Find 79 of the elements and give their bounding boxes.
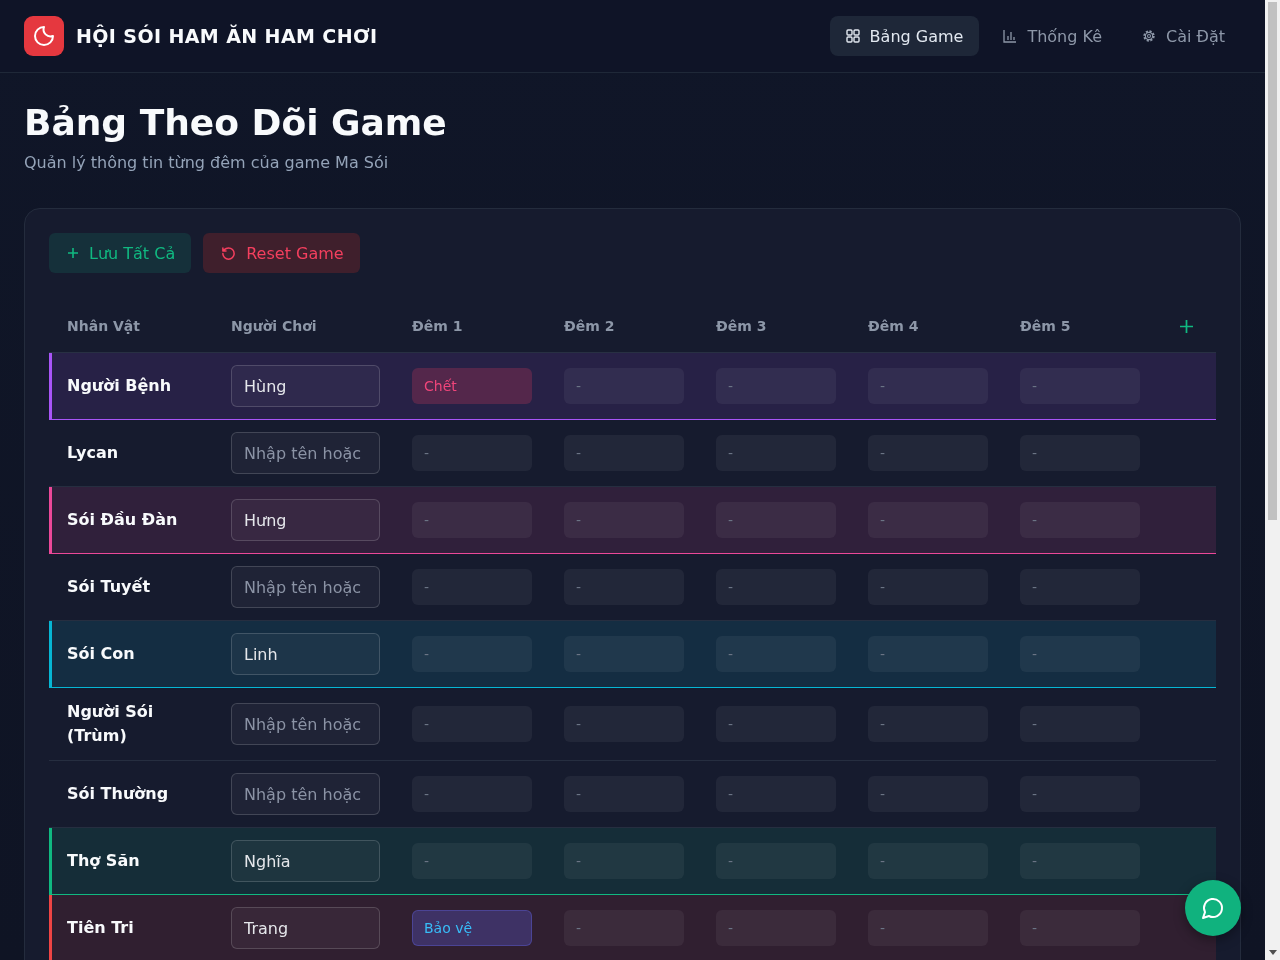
nav-tab[interactable]: Cài Đặt [1126,16,1241,56]
night-status-field[interactable]: - [564,368,684,404]
role-name: Sói Đầu Đàn [67,509,179,531]
night-status-field[interactable]: - [716,706,836,742]
column-header: Đêm 5 [1020,318,1071,334]
moon-icon [24,16,64,56]
night-status-field[interactable]: - [868,776,988,812]
role-name: Sói Con [67,643,136,665]
grid-icon [845,29,860,43]
night-status-field[interactable]: - [716,435,836,471]
night-status-field[interactable]: Bảo vệ [412,910,532,946]
column-header: Đêm 1 [412,318,463,334]
night-status-field[interactable]: - [868,636,988,672]
role-name: Người Sói (Trùm) [67,701,155,747]
column-header: Nhân Vật [67,318,140,334]
night-status-field[interactable]: - [564,502,684,538]
role-name: Lycan [67,442,120,464]
bar-chart-icon [1003,29,1018,43]
night-status-field[interactable]: - [716,502,836,538]
night-status-field[interactable]: - [1020,910,1140,946]
role-name: Tiên Tri [67,917,135,939]
plus-icon [67,247,79,259]
reset-button[interactable]: Reset Game [203,233,360,273]
night-status-field[interactable]: - [564,435,684,471]
night-status-field[interactable]: - [1020,368,1140,404]
night-status-field[interactable]: - [868,502,988,538]
night-status-field[interactable]: - [1020,636,1140,672]
page-title: Bảng Theo Dõi Game [24,101,448,145]
column-header: Đêm 3 [716,318,767,334]
night-status-field[interactable]: - [564,910,684,946]
scrollbar[interactable] [1265,0,1280,960]
night-status-field[interactable]: - [564,569,684,605]
nav-tab[interactable]: Thống Kê [987,16,1118,56]
column-header: Người Chơi [231,318,317,334]
night-status-field[interactable]: - [412,636,532,672]
night-status-field[interactable]: - [868,706,988,742]
night-status-field[interactable]: - [412,706,532,742]
night-status-field[interactable]: - [716,569,836,605]
night-status-field[interactable]: - [1020,843,1140,879]
save-all-button[interactable]: Lưu Tất Cả [49,233,192,273]
app-title: HỘI SÓI HAM ĂN HAM CHƠI [76,25,378,47]
night-status-field[interactable]: - [868,368,988,404]
role-name: Sói Tuyết [67,576,152,598]
night-status-field[interactable]: - [1020,502,1140,538]
night-status-field[interactable]: - [868,569,988,605]
night-status-field[interactable]: - [716,843,836,879]
nav-tab[interactable]: Bảng Game [829,16,980,56]
night-status-field[interactable]: - [716,776,836,812]
night-status-field[interactable]: - [412,776,532,812]
night-status-field[interactable]: - [868,910,988,946]
chat-bubble-icon [1201,896,1225,920]
rotate-arrow-icon [221,245,237,261]
night-status-field[interactable]: Chết [412,368,532,404]
role-name: Thợ Săn [67,850,141,872]
night-status-field[interactable]: - [564,843,684,879]
night-status-field[interactable]: - [412,502,532,538]
night-status-field[interactable]: - [1020,776,1140,812]
column-header: Đêm 4 [868,318,919,334]
role-name: Sói Thường [67,783,170,805]
role-name: Người Bệnh [67,375,173,397]
night-status-field[interactable]: - [868,435,988,471]
night-status-field[interactable]: - [716,636,836,672]
night-status-field[interactable]: - [1020,706,1140,742]
night-status-field[interactable]: - [412,843,532,879]
night-status-field[interactable]: - [564,776,684,812]
add-column-button[interactable] [1180,319,1193,333]
settings-icon [1142,29,1156,43]
column-header: Đêm 2 [564,318,615,334]
night-status-field[interactable]: - [564,636,684,672]
night-status-field[interactable]: - [564,706,684,742]
night-status-field[interactable]: - [716,368,836,404]
night-status-field[interactable]: - [716,910,836,946]
night-status-field[interactable]: - [412,435,532,471]
night-status-field[interactable]: - [868,843,988,879]
night-status-field[interactable]: - [1020,569,1140,605]
plus-icon [1180,319,1193,333]
page-subtitle: Quản lý thông tin từng đêm của game Ma Sói [24,152,390,174]
night-status-field[interactable]: - [412,569,532,605]
night-status-field[interactable]: - [1020,435,1140,471]
